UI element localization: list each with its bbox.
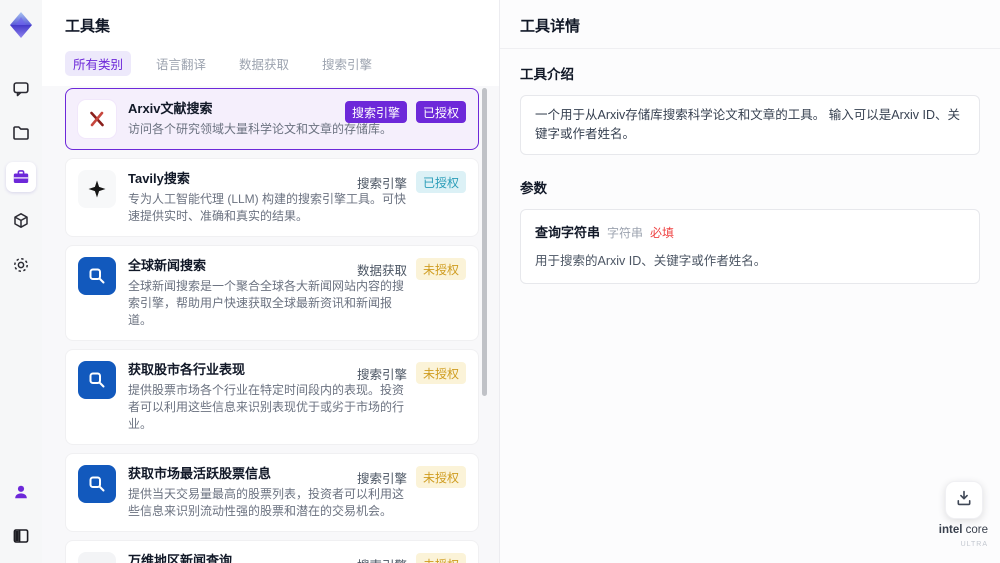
page-title: 工具集 — [65, 18, 111, 35]
category-tab[interactable]: 搜索引擎 — [314, 51, 380, 76]
intel-logo-text: intel — [938, 524, 963, 536]
tool-description: 访问各个研究领域大量科学论文和文章的存储库。 — [128, 122, 393, 136]
tool-description: 全球新闻搜索是一个聚合全球各大新闻网站内容的搜索引擎，帮助用户快速获取全球最新资… — [128, 279, 405, 327]
sidebar-item-models[interactable] — [6, 206, 36, 236]
tool-card[interactable]: 获取市场最活跃股票信息 提供当天交易量最高的股票列表，投资者可以利用这些信息来识… — [65, 453, 479, 532]
parameter-description: 用于搜索的Arxiv ID、关键字或作者姓名。 — [535, 254, 767, 268]
parameter-type: 字符串 — [607, 226, 644, 240]
sidebar-item-toolbox[interactable] — [6, 162, 36, 192]
category-badge: 搜索引擎 — [344, 101, 407, 123]
parameter-required-flag: 必填 — [650, 226, 675, 240]
detail-header: 工具详情 — [500, 0, 1000, 49]
category-tabs: 所有类别 语言翻译 数据获取 搜索引擎 — [65, 51, 477, 86]
download-icon — [954, 488, 974, 513]
list-scrollbar[interactable] — [482, 88, 487, 396]
category-tab[interactable]: 语言翻译 — [148, 51, 214, 76]
tool-card-list: Arxiv文献搜索 访问各个研究领域大量科学论文和文章的存储库。 搜索引擎 已授… — [42, 86, 499, 563]
tool-description: 提供当天交易量最高的股票列表，投资者可以利用这些信息来识别流动性强的股票和潜在的… — [128, 487, 405, 518]
category-tab[interactable]: 所有类别 — [65, 51, 132, 76]
sidebar-item-chat[interactable] — [6, 74, 36, 104]
auth-status-badge: 未授权 — [415, 466, 466, 488]
tool-card[interactable]: 万维地区新闻查询 查询具体行政区划内的新闻，快速了解各地新闻动态 搜索引擎 未授… — [65, 540, 479, 563]
app-window: 工具集 所有类别 语言翻译 数据获取 搜索引擎 Arxiv文献搜索 访问各个研究领域大… — [0, 0, 1000, 563]
auth-status-badge: 已授权 — [415, 171, 466, 193]
tool-detail-panel: 工具详情 工具介绍 一个用于从Arxiv存储库搜索科学论文和文章的工具。 输入可… — [500, 0, 1000, 563]
auth-status-badge: 未授权 — [415, 553, 466, 563]
category-badge: 搜索引擎 — [356, 176, 407, 191]
auth-status-badge: 未授权 — [415, 258, 466, 280]
intel-core-logo: intel core ULTRA — [939, 522, 988, 551]
tool-list-panel: 工具集 所有类别 语言翻译 数据获取 搜索引擎 Arxiv文献搜索 访问各个研究领域大… — [42, 0, 500, 563]
parameter-card: 查询字符串 字符串 必填 用于搜索的Arxiv ID、关键字或作者姓名。 — [520, 209, 980, 284]
cube-icon — [11, 211, 31, 231]
tool-card[interactable]: Arxiv文献搜索 访问各个研究领域大量科学论文和文章的存储库。 搜索引擎 已授… — [65, 88, 479, 150]
search-tool-icon — [78, 257, 116, 295]
tool-card[interactable]: Tavily搜索 专为人工智能代理 (LLM) 构建的搜索引擎工具。可快速提供实… — [65, 158, 479, 237]
intel-logo-subtext: ULTRA — [960, 541, 988, 548]
folder-icon — [11, 123, 31, 143]
category-badge: 搜索引擎 — [356, 367, 407, 382]
sidebar-item-files[interactable] — [6, 118, 36, 148]
sidebar-item-settings[interactable] — [6, 250, 36, 280]
toolbox-icon — [11, 167, 31, 187]
sidebar-item-account[interactable] — [6, 477, 36, 507]
tool-description: 专为人工智能代理 (LLM) 构建的搜索引擎工具。可快速提供实时、准确和真实的结… — [128, 192, 407, 223]
panel-layout-icon — [11, 526, 31, 546]
tool-card[interactable]: 获取股市各行业表现 提供股票市场各个行业在特定时间段内的表现。投资者可以利用这些… — [65, 349, 479, 445]
download-button[interactable] — [945, 481, 983, 519]
auth-status-badge: 已授权 — [415, 101, 466, 123]
chat-icon — [11, 79, 31, 99]
news-tool-icon — [78, 552, 116, 563]
tool-list-header: 工具集 所有类别 语言翻译 数据获取 搜索引擎 — [42, 0, 499, 86]
tool-description: 提供股票市场各个行业在特定时间段内的表现。投资者可以利用这些信息来识别表现优于或… — [128, 383, 405, 431]
params-section-title: 参数 — [520, 181, 547, 196]
gear-icon — [11, 255, 31, 275]
arxiv-tool-icon — [78, 100, 116, 138]
search-tool-icon — [78, 361, 116, 399]
sidebar-item-collapse-panel[interactable] — [6, 521, 36, 551]
category-badge: 数据获取 — [356, 263, 407, 278]
core-logo-text: core — [962, 524, 988, 536]
category-tab[interactable]: 数据获取 — [231, 51, 297, 76]
tool-intro-text: 一个用于从Arxiv存储库搜索科学论文和文章的工具。 输入可以是Arxiv ID… — [520, 95, 980, 155]
user-icon — [11, 482, 31, 502]
auth-status-badge: 未授权 — [415, 362, 466, 384]
detail-title: 工具详情 — [520, 18, 581, 35]
intro-section-title: 工具介绍 — [520, 67, 574, 82]
category-badge: 搜索引擎 — [356, 471, 407, 486]
parameter-name: 查询字符串 — [535, 225, 601, 240]
category-badge: 搜索引擎 — [357, 555, 407, 563]
tool-card[interactable]: 全球新闻搜索 全球新闻搜索是一个聚合全球各大新闻网站内容的搜索引擎，帮助用户快速… — [65, 245, 479, 341]
sidebar — [0, 0, 42, 563]
search-tool-icon — [78, 465, 116, 503]
app-logo-gem-icon — [7, 10, 35, 40]
tavily-tool-icon — [78, 170, 116, 208]
